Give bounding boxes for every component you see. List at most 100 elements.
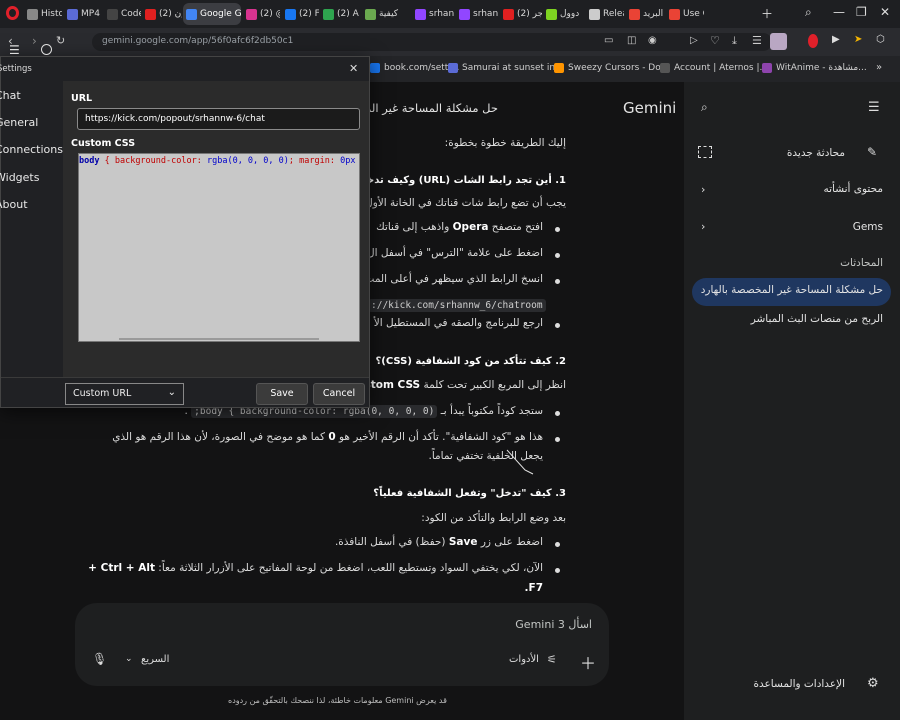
dialog-nav: Chat General Connections Widgets About <box>0 81 63 377</box>
bookmark-item[interactable]: Account | Aternos |... <box>660 63 768 73</box>
menu-icon[interactable]: ☰ <box>752 34 762 47</box>
address-input[interactable]: gemini.google.com/app/56f0afc6f2db50c1 <box>92 33 772 51</box>
s3-b1-bold: Save <box>448 536 478 548</box>
nav-chat[interactable]: Chat <box>0 89 21 102</box>
download-icon[interactable]: ⤓ <box>732 34 737 48</box>
minimize-icon[interactable]: — <box>833 5 845 19</box>
css-editor-scrollbar[interactable] <box>119 338 319 340</box>
css-brace: { <box>99 156 115 166</box>
opera-logo-icon[interactable] <box>6 6 19 20</box>
browser-tab[interactable]: srhan <box>412 3 454 25</box>
bookmark-item[interactable]: book.com/setti... <box>370 63 459 73</box>
dialog-footer: Custom URL ⌄ Save Cancel <box>1 377 369 407</box>
tab-label: (2) جر <box>517 9 542 19</box>
reload-icon[interactable]: ↻ <box>56 34 65 47</box>
no-entry-icon[interactable] <box>41 44 52 55</box>
temporary-chat-icon[interactable] <box>698 146 712 158</box>
s3-b1-pre: اضغط على زر <box>477 536 543 548</box>
settings-gear-icon[interactable]: ⚙ <box>867 676 879 691</box>
s2-b2-bold: 0 <box>328 431 336 443</box>
new-tab-icon[interactable]: ＋ <box>761 5 773 22</box>
custom-css-label: Custom CSS <box>71 138 136 149</box>
browser-tab-bar: Histo MP4 Code (2) إن Google G (2) @ (2) Fa (2)… <box>0 0 900 28</box>
play-icon[interactable]: ▷ <box>690 35 698 46</box>
screenshot-icon[interactable]: ◫ <box>627 35 636 46</box>
bullet <box>555 227 560 232</box>
browser-tab[interactable]: Use G <box>666 3 704 25</box>
browser-tab[interactable]: Relea <box>586 3 624 25</box>
record-extension-icon[interactable] <box>808 34 818 48</box>
source-dropdown[interactable]: Custom URL ⌄ <box>65 383 184 405</box>
maximize-icon[interactable]: ❐ <box>856 5 867 19</box>
nav-about[interactable]: About <box>0 198 28 211</box>
custom-css-editor[interactable]: body { background-color: rgba(0, 0, 0, 0… <box>78 153 360 342</box>
arrow-extension-icon[interactable]: ➤ <box>854 34 862 45</box>
browser-tab[interactable]: كيفية <box>362 3 410 25</box>
browser-tab[interactable]: srhan <box>456 3 498 25</box>
tab-favicon-icon <box>186 8 197 20</box>
bullet <box>555 437 560 442</box>
chevron-left-icon[interactable]: › <box>701 220 705 233</box>
browser-tab[interactable]: دوول <box>543 3 585 25</box>
settings-and-help[interactable]: الإعدادات والمساعدة <box>753 678 845 690</box>
search-tabs-icon[interactable]: ⌕ <box>805 5 812 20</box>
heart-icon[interactable]: ♡ <box>710 34 720 47</box>
tab-label: Histo <box>41 9 62 19</box>
my-content-link[interactable]: محتوى أنشأته <box>823 183 883 195</box>
browser-tab[interactable]: MP4 <box>64 3 102 25</box>
camera-icon[interactable]: ◉ <box>648 35 657 46</box>
browser-tab[interactable]: (2) Fa <box>282 3 319 25</box>
tab-favicon-icon <box>669 8 680 20</box>
hamburger-icon[interactable]: ☰ <box>9 43 20 57</box>
tools-icon[interactable]: ⚟ <box>547 653 557 666</box>
browser-tab[interactable]: (2) إن <box>142 3 182 25</box>
browser-tab[interactable]: (2) جر <box>500 3 542 25</box>
browser-tab[interactable]: Histo <box>24 3 62 25</box>
add-icon[interactable]: ＋ <box>580 650 596 674</box>
gemini-logo[interactable]: Gemini <box>623 99 676 117</box>
browser-tab[interactable]: Code <box>104 3 141 25</box>
new-chat-icon[interactable]: ✎ <box>867 145 877 159</box>
avatar[interactable] <box>770 33 787 50</box>
play-extension-icon[interactable]: ▶ <box>832 34 840 45</box>
search-icon[interactable]: ⌕ <box>701 100 708 115</box>
nav-general[interactable]: General <box>0 116 38 129</box>
bookmark-item[interactable]: Samurai at sunset in... <box>448 63 564 73</box>
tools-button[interactable]: الأدوات <box>509 654 539 665</box>
window-close-icon[interactable]: ✕ <box>880 5 890 19</box>
save-button[interactable]: Save <box>256 383 308 405</box>
hamburger-icon[interactable]: ☰ <box>868 100 880 115</box>
bullet <box>555 568 560 573</box>
chevron-left-icon[interactable]: › <box>701 183 705 196</box>
url-input[interactable]: https://kick.com/popout/srhannw-6/chat <box>77 108 360 130</box>
bookmark-item[interactable]: Sweezy Cursors - Do... <box>554 63 669 73</box>
browser-tab[interactable]: (2) A <box>320 3 360 25</box>
browser-tab[interactable]: البريد <box>626 3 664 25</box>
section-2-bullet-2-line-2: يجعل الخلفية تختفي تماماً. <box>428 450 544 462</box>
css-colon: : <box>329 156 341 166</box>
microphone-icon[interactable]: 🎙 <box>92 652 107 666</box>
new-chat-button[interactable]: محادثة جديدة <box>787 147 845 159</box>
tab-favicon-icon <box>323 8 334 20</box>
nav-connections[interactable]: Connections <box>0 143 63 156</box>
section-3-bullet-2: الآن، لكي يختفي السواد وتستطيع اللعب، اض… <box>73 561 543 577</box>
mode-selector[interactable]: السريع <box>141 654 169 665</box>
chat-item[interactable]: حل مشكلة المساحة غير المخصصة بالهارد <box>688 284 883 296</box>
dialog-titlebar: Settings ✕ <box>0 57 369 81</box>
forward-icon[interactable]: › <box>32 34 37 48</box>
bookmark-item[interactable]: WitAnime - مشاهدة... <box>762 63 867 73</box>
nav-widgets[interactable]: Widgets <box>0 171 39 184</box>
chevron-down-icon[interactable]: ⌄ <box>125 654 133 664</box>
dialog-close-icon[interactable]: ✕ <box>349 62 358 75</box>
prompt-input[interactable]: اسأل Gemini 3 <box>192 618 592 631</box>
browser-tab[interactable]: (2) @ <box>243 3 280 25</box>
more-bookmarks-icon[interactable]: » <box>876 62 882 73</box>
puzzle-extension-icon[interactable]: ⬡ <box>876 34 885 45</box>
bullet <box>555 323 560 328</box>
gems-link[interactable]: Gems <box>853 221 883 233</box>
chat-item[interactable]: الربح من منصات البث المباشر <box>688 313 883 325</box>
cancel-button[interactable]: Cancel <box>313 383 365 405</box>
bullet <box>555 279 560 284</box>
sidebar-toggle-icon[interactable]: ▭ <box>604 35 613 46</box>
browser-tab[interactable]: Google G <box>183 3 241 25</box>
